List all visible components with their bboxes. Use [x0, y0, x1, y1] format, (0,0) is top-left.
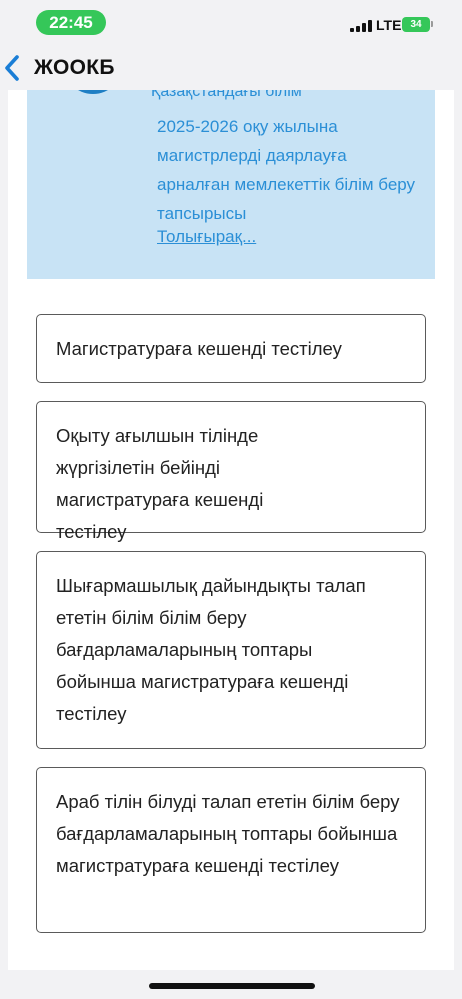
- battery-icon: 34: [402, 17, 430, 32]
- home-indicator[interactable]: [149, 983, 315, 989]
- option-label: Оқыту ағылшын тілінде жүргізілетін бейін…: [56, 425, 264, 542]
- content-area: Қазақстандағы білім 2025-2026 оқу жылына…: [8, 90, 454, 970]
- status-bar: 22:45 LTE 34: [0, 0, 462, 44]
- signal-icon: [350, 20, 372, 32]
- option-label: Шығармашылық дайындықты талап ететін біл…: [56, 575, 366, 724]
- read-more-link[interactable]: Толығырақ...: [157, 227, 256, 247]
- option-button-4[interactable]: Араб тілін білуді талап ететін білім бер…: [36, 767, 426, 933]
- logo-icon: [63, 90, 123, 94]
- info-card: Қазақстандағы білім 2025-2026 оқу жылына…: [27, 90, 435, 279]
- page-title: ЖООКБ: [34, 56, 115, 79]
- navigation-bar: ЖООКБ: [0, 44, 462, 90]
- info-card-cut-line: Қазақстандағы білім: [151, 90, 302, 100]
- option-label: Араб тілін білуді талап ететін білім бер…: [56, 791, 400, 876]
- option-button-2[interactable]: Оқыту ағылшын тілінде жүргізілетін бейін…: [36, 401, 426, 542]
- option-label: Магистратураға кешенді тестілеу: [56, 338, 342, 359]
- battery-tip: [431, 21, 433, 27]
- option-button-1[interactable]: Магистратураға кешенді тестілеу: [36, 314, 426, 383]
- back-button[interactable]: [0, 52, 30, 82]
- chevron-left-icon: [5, 55, 19, 81]
- status-time: 22:45: [36, 10, 106, 35]
- info-card-text: 2025-2026 оқу жылына магистрлерді даярла…: [157, 117, 416, 223]
- option-button-3[interactable]: Шығармашылық дайындықты талап ететін біл…: [36, 551, 426, 749]
- network-label: LTE: [376, 17, 402, 33]
